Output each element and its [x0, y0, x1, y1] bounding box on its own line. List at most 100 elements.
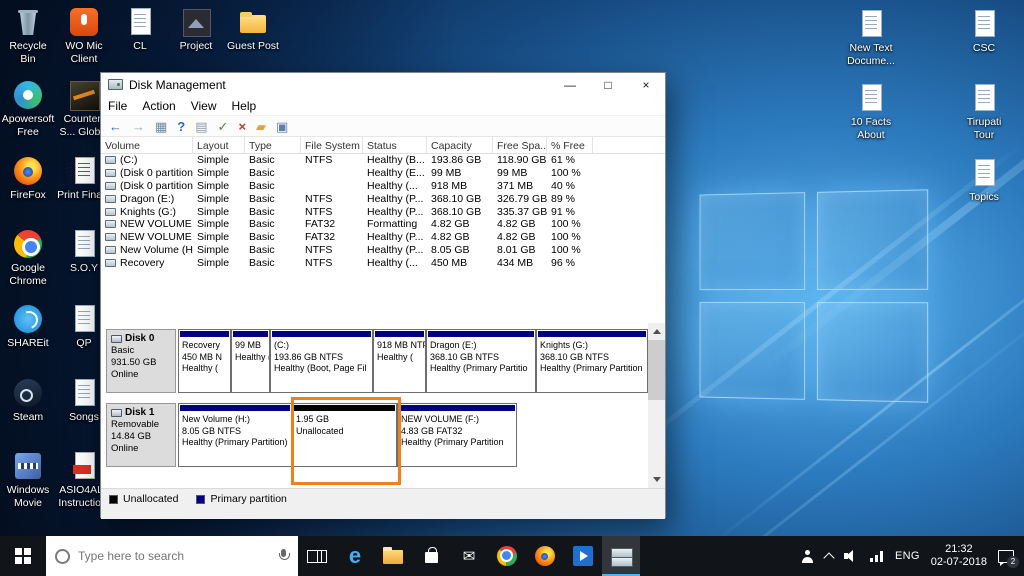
- desktop-icon-google-chrome[interactable]: Google Chrome: [1, 228, 55, 287]
- column-header[interactable]: Capacity: [427, 137, 493, 153]
- column-header[interactable]: Type: [245, 137, 301, 153]
- properties-icon[interactable]: ▣: [276, 120, 288, 133]
- mail-icon[interactable]: ✉: [450, 536, 488, 576]
- desktop-icon-project[interactable]: Project: [169, 6, 223, 53]
- maximize-button[interactable]: □: [589, 73, 627, 96]
- tray-time: 21:32: [945, 543, 973, 555]
- language-indicator[interactable]: ENG: [895, 550, 920, 562]
- desktop-icon-steam[interactable]: Steam: [1, 377, 55, 424]
- partition-block[interactable]: 99 MB Healthy (: [231, 329, 270, 393]
- desktop-icon-firefox[interactable]: FireFox: [1, 155, 55, 202]
- unallocated-highlight-annotation: [291, 397, 401, 485]
- volume-row[interactable]: New Volume (H:) Simple Basic NTFS Health…: [101, 244, 665, 257]
- column-header[interactable]: Status: [363, 137, 427, 153]
- desktop-icon-apowersoft[interactable]: Apowersoft Free Scre...: [1, 79, 55, 139]
- volume-row[interactable]: Dragon (E:) Simple Basic NTFS Healthy (P…: [101, 192, 665, 205]
- close-button[interactable]: ×: [627, 73, 665, 96]
- desktop-icon-label: Recycle Bin: [9, 40, 47, 65]
- partition-block[interactable]: NEW VOLUME (F:) 4.83 GB FAT32 Healthy (P…: [397, 403, 517, 467]
- legend-bar: Unallocated Primary partition: [101, 488, 665, 519]
- menu-item[interactable]: Help: [232, 99, 257, 113]
- tray-expand-icon[interactable]: [823, 551, 835, 564]
- titlebar[interactable]: Disk Management — □ ×: [101, 73, 665, 96]
- windows-logo-pane: [699, 301, 806, 400]
- volume-row[interactable]: Knights (G:) Simple Basic NTFS Healthy (…: [101, 205, 665, 218]
- search-input[interactable]: [78, 549, 269, 563]
- disk-1-type: Removable: [111, 419, 160, 430]
- volume-row[interactable]: NEW VOLUME Simple Basic FAT32 Formatting…: [101, 218, 665, 231]
- partition-block[interactable]: Recovery 450 MB N Healthy (: [178, 329, 231, 393]
- desktop-icon-windows-movie-maker[interactable]: Windows Movie Maker: [1, 450, 55, 510]
- back-icon[interactable]: ←: [109, 120, 122, 133]
- file-explorer-icon[interactable]: [374, 536, 412, 576]
- desktop-icon-10-facts-about-apple[interactable]: 10 Facts About Apple: [844, 82, 898, 142]
- people-icon[interactable]: [801, 549, 814, 563]
- start-button[interactable]: [0, 536, 46, 576]
- help-icon[interactable]: ?: [177, 120, 185, 133]
- firefox-icon[interactable]: [526, 536, 564, 576]
- menu-bar: File Action View Help: [101, 96, 665, 115]
- taskbar-search[interactable]: [46, 536, 298, 576]
- partition-block[interactable]: New Volume (H:) 8.05 GB NTFS Healthy (Pr…: [178, 403, 292, 467]
- volume-row[interactable]: (Disk 0 partition 5) Simple Basic Health…: [101, 180, 665, 193]
- volume-row[interactable]: (C:) Simple Basic NTFS Healthy (B... 193…: [101, 154, 665, 167]
- store-icon[interactable]: [412, 536, 450, 576]
- partition-block[interactable]: (C:) 193.86 GB NTFS Healthy (Boot, Page …: [270, 329, 373, 393]
- legend-item: Unallocated: [109, 493, 178, 505]
- column-header[interactable]: Free Spa...: [493, 137, 547, 153]
- disk-management-icon[interactable]: [602, 536, 640, 576]
- column-header[interactable]: Layout: [193, 137, 245, 153]
- check-disk-icon[interactable]: ✓: [218, 120, 229, 133]
- desktop-icon-wo-mic-client[interactable]: WO Mic Client: [57, 6, 111, 65]
- scrollbar-thumb[interactable]: [648, 340, 665, 400]
- volume-row[interactable]: Recovery Simple Basic NTFS Healthy (... …: [101, 256, 665, 269]
- desktop-icon-csc[interactable]: CSC: [957, 8, 1011, 55]
- desktop-icon-image: [12, 6, 44, 38]
- desktop-icon-topics[interactable]: Topics: [957, 157, 1011, 204]
- partition-block[interactable]: Dragon (E:) 368.10 GB NTFS Healthy (Prim…: [426, 329, 536, 393]
- vertical-scrollbar[interactable]: [648, 323, 665, 488]
- column-header[interactable]: Volume: [101, 137, 193, 153]
- desktop-icon-image: [968, 82, 1000, 114]
- task-view-icon[interactable]: [298, 536, 336, 576]
- edge-icon[interactable]: e: [336, 536, 374, 576]
- column-header[interactable]: File System: [301, 137, 363, 153]
- desktop-icon-image: [68, 377, 100, 409]
- desktop-icon-label: WO Mic Client: [65, 40, 103, 65]
- menu-item[interactable]: View: [191, 99, 217, 113]
- clock[interactable]: 21:32 02-07-2018: [931, 543, 987, 569]
- disk-0-label[interactable]: Disk 0 Basic 931.50 GB Online: [106, 329, 176, 393]
- menu-item[interactable]: File: [108, 99, 127, 113]
- desktop-icon-new-text-document[interactable]: New Text Docume...: [844, 8, 898, 67]
- desktop-icon-image: [12, 377, 44, 409]
- volume-list-header: Volume Layout Type File System Status Capacit…: [101, 137, 665, 154]
- scroll-down-button[interactable]: [648, 471, 665, 488]
- forward-icon[interactable]: →: [132, 120, 145, 133]
- volume-icon[interactable]: [843, 550, 859, 562]
- desktop-icon-shareit[interactable]: SHAREit: [1, 303, 55, 350]
- desktop-icon-guest-post[interactable]: Guest Post: [226, 6, 280, 53]
- show-console-tree-icon[interactable]: ▦: [155, 120, 167, 133]
- desktop-icon-tirupati-tour[interactable]: Tirupati Tour: [957, 82, 1011, 141]
- menu-item[interactable]: Action: [142, 99, 175, 113]
- volume-row[interactable]: NEW VOLUME (F:) Simple Basic FAT32 Healt…: [101, 231, 665, 244]
- movies-icon[interactable]: [564, 536, 602, 576]
- desktop-icon-image: [68, 155, 100, 187]
- network-icon[interactable]: [869, 550, 884, 562]
- desktop-icon-image: [124, 6, 156, 38]
- open-folder-icon[interactable]: ▰: [256, 120, 266, 133]
- partition-block[interactable]: 918 MB NTF Healthy (: [373, 329, 426, 393]
- disk-1-label[interactable]: Disk 1 Removable 14.84 GB Online: [106, 403, 176, 467]
- minimize-button[interactable]: —: [551, 73, 589, 96]
- chrome-icon[interactable]: [488, 536, 526, 576]
- scroll-up-button[interactable]: [648, 323, 665, 340]
- desktop-icon-cl[interactable]: CL: [113, 6, 167, 53]
- column-header[interactable]: % Free: [547, 137, 593, 153]
- action-center-icon[interactable]: 2: [998, 549, 1019, 568]
- microphone-icon[interactable]: [277, 548, 290, 564]
- volume-row[interactable]: (Disk 0 partition 2) Simple Basic Health…: [101, 167, 665, 180]
- delete-volume-icon[interactable]: ×: [238, 120, 246, 133]
- partition-block[interactable]: Knights (G:) 368.10 GB NTFS Healthy (Pri…: [536, 329, 648, 393]
- desktop-icon-recycle-bin[interactable]: Recycle Bin: [1, 6, 55, 65]
- export-list-icon[interactable]: ▤: [195, 120, 207, 133]
